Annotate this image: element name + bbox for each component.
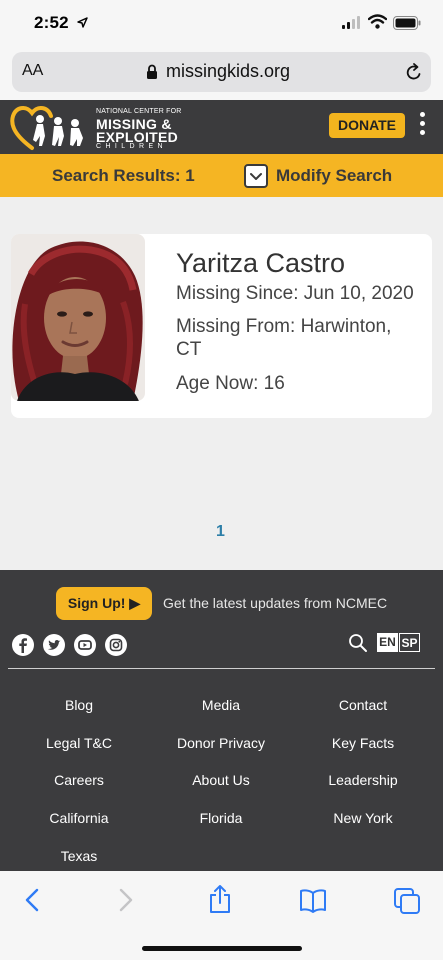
ncmec-logo-icon[interactable]: [10, 102, 94, 152]
site-header: NATIONAL CENTER FOR MISSING & EXPLOITED …: [0, 100, 443, 154]
twitter-icon[interactable]: [43, 634, 65, 656]
footer-link-media[interactable]: Media: [151, 697, 291, 713]
bookmarks-icon[interactable]: [299, 887, 327, 913]
age-now: Age Now: 16: [176, 373, 285, 394]
instagram-icon[interactable]: [105, 634, 127, 656]
browser-toolbar: [0, 871, 443, 960]
footer-link-careers[interactable]: Careers: [9, 772, 149, 788]
modify-search-button[interactable]: Modify Search: [276, 166, 392, 186]
footer-link-california[interactable]: California: [9, 810, 149, 826]
tabs-icon[interactable]: [393, 887, 421, 915]
footer-link-texas[interactable]: Texas: [9, 848, 149, 864]
footer-link-donor-privacy[interactable]: Donor Privacy: [151, 735, 291, 751]
youtube-icon[interactable]: [74, 634, 96, 656]
footer-link-new-york[interactable]: New York: [293, 810, 433, 826]
chevron-down-icon[interactable]: [244, 164, 268, 188]
child-name[interactable]: Yaritza Castro: [176, 248, 345, 279]
status-bar: 2:52: [0, 0, 443, 48]
clock: 2:52: [34, 13, 69, 32]
footer-link-key-facts[interactable]: Key Facts: [293, 735, 433, 751]
footer-link-leadership[interactable]: Leadership: [293, 772, 433, 788]
footer-link-blog[interactable]: Blog: [9, 697, 149, 713]
sign-up-button[interactable]: Sign Up! ▶: [56, 587, 152, 620]
page: { "status": { "time": "2:52" }, "browser…: [0, 0, 443, 960]
language-sp-button[interactable]: SP: [399, 633, 420, 652]
menu-kebab-icon[interactable]: [418, 112, 426, 140]
location-arrow-icon: [77, 17, 88, 28]
logo-text-children: CHILDREN: [96, 143, 167, 150]
browser-address-area: AA missingkids.org: [0, 48, 443, 100]
missing-from-line2: CT: [176, 339, 202, 360]
home-indicator: [142, 946, 302, 951]
share-icon[interactable]: [207, 884, 233, 914]
search-icon[interactable]: [347, 632, 369, 654]
forward-icon[interactable]: [114, 887, 136, 913]
missing-since: Missing Since: Jun 10, 2020: [176, 283, 414, 304]
site-footer: Sign Up! ▶ Get the latest updates from N…: [0, 570, 443, 871]
url-text[interactable]: missingkids.org: [166, 61, 290, 82]
reader-options-button[interactable]: AA: [22, 62, 43, 80]
logo-text-small: NATIONAL CENTER FOR: [96, 108, 182, 115]
footer-link-contact[interactable]: Contact: [293, 697, 433, 713]
reload-icon[interactable]: [405, 62, 423, 82]
facebook-icon[interactable]: [12, 634, 34, 656]
donate-button[interactable]: DONATE: [329, 113, 405, 138]
address-bar[interactable]: AA missingkids.org: [12, 52, 431, 92]
results-count: Search Results: 1: [52, 166, 195, 185]
footer-link-florida[interactable]: Florida: [151, 810, 291, 826]
newsletter-text: Get the latest updates from NCMEC: [163, 595, 388, 611]
search-results-bar: Search Results: 1 Modify Search: [0, 154, 443, 197]
wifi-icon: [368, 14, 387, 29]
pagination-page-1[interactable]: 1: [216, 523, 225, 541]
result-card[interactable]: Yaritza Castro Missing Since: Jun 10, 20…: [11, 234, 432, 418]
language-en-button[interactable]: EN: [377, 633, 398, 652]
cellular-signal-icon: [342, 16, 360, 29]
footer-link-about-us[interactable]: About Us: [151, 772, 291, 788]
missing-child-photo[interactable]: [11, 234, 145, 401]
back-icon[interactable]: [22, 887, 44, 913]
footer-link-legal[interactable]: Legal T&C: [9, 735, 149, 751]
lock-icon: [147, 64, 157, 79]
footer-divider: [8, 668, 435, 669]
missing-from-line1: Missing From: Harwinton,: [176, 316, 392, 337]
battery-icon: [393, 16, 421, 30]
